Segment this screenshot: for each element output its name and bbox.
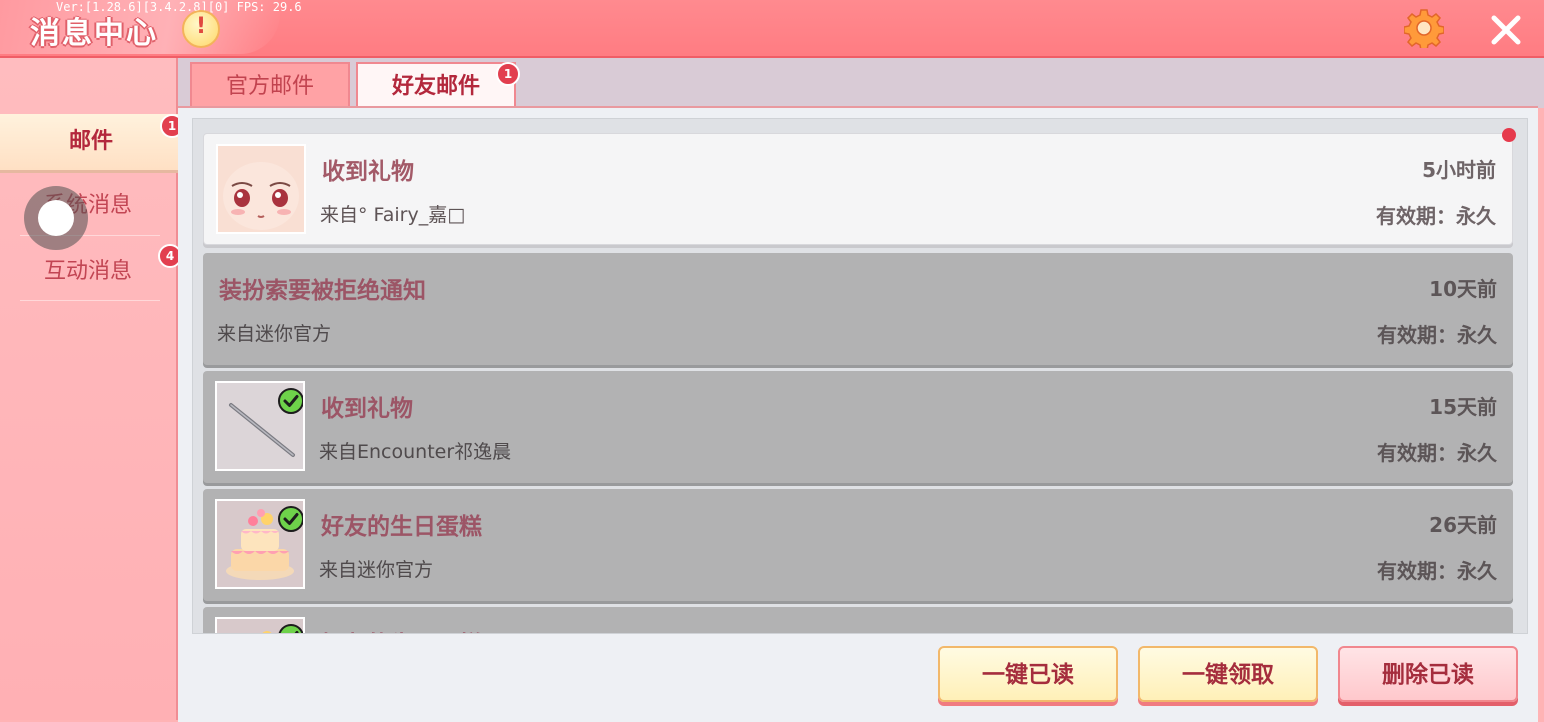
birthday-cake-icon (215, 617, 305, 633)
tab-label: 好友邮件 (391, 74, 480, 99)
mail-tab-bar: 官方邮件 好友邮件 1 (178, 58, 1544, 110)
mail-title: 收到礼物 (321, 396, 413, 422)
mail-title: 装扮索要被拒绝通知 (219, 278, 426, 304)
mail-item[interactable]: 好友的生日蛋糕 (203, 607, 1513, 633)
gear-icon[interactable] (1404, 8, 1444, 48)
mail-time: 15天前 (1429, 395, 1497, 419)
claim-all-button[interactable]: 一键领取 (1138, 646, 1318, 702)
touch-indicator-dot (38, 200, 74, 236)
mail-time: 5小时前 (1422, 158, 1496, 182)
mail-list[interactable]: 收到礼物 来自° Fairy_嘉□ 5小时前 有效期：永久 装扮索要被拒绝通知 … (192, 118, 1528, 634)
mail-sender: 来自° Fairy_嘉□ (320, 204, 466, 226)
birthday-cake-icon (215, 499, 305, 589)
wand-icon (215, 381, 305, 471)
mail-validity: 有效期：永久 (1377, 441, 1497, 465)
mail-panel: 收到礼物 来自° Fairy_嘉□ 5小时前 有效期：永久 装扮索要被拒绝通知 … (178, 106, 1538, 722)
claimed-check-icon (278, 506, 303, 532)
mail-item[interactable]: 收到礼物 来自Encounter祁逸晨 15天前 有效期：永久 (203, 371, 1513, 483)
sidebar-divider (20, 300, 160, 301)
sidebar-item-label: 互动消息 (43, 259, 132, 284)
mail-title: 好友的生日蛋糕 (321, 514, 482, 540)
warning-icon[interactable] (182, 10, 220, 48)
mail-sender: 来自迷你官方 (217, 323, 332, 345)
sidebar-item-label: 邮件 (68, 129, 113, 154)
mail-sender: 来自迷你官方 (319, 559, 434, 581)
mail-time: 26天前 (1429, 513, 1497, 537)
mail-item[interactable]: 装扮索要被拒绝通知 来自迷你官方 10天前 有效期：永久 (203, 253, 1513, 365)
mail-validity: 有效期：永久 (1376, 204, 1496, 228)
mail-title: 好友的生日蛋糕 (321, 625, 482, 633)
mail-sender: 来自Encounter祁逸晨 (319, 441, 512, 463)
mail-title: 收到礼物 (322, 159, 414, 185)
mail-item[interactable]: 收到礼物 来自° Fairy_嘉□ 5小时前 有效期：永久 (203, 128, 1516, 245)
mail-item[interactable]: 好友的生日蛋糕 来自迷你官方 26天前 有效期：永久 (203, 489, 1513, 601)
title-bar: 消息中心 Ver:[1.28.6][3.4.2.8][0] FPS: 29.6 (0, 0, 1544, 58)
unread-dot (1502, 128, 1516, 142)
tab-friend-mail[interactable]: 好友邮件 (356, 62, 516, 110)
mail-validity: 有效期：永久 (1377, 323, 1497, 347)
touch-indicator (24, 186, 88, 250)
mail-time: 10天前 (1429, 277, 1497, 301)
tab-label: 官方邮件 (225, 74, 314, 99)
page-title: 消息中心 (30, 16, 158, 51)
sidebar: 邮件 1 系统消息 互动消息 4 (0, 58, 184, 720)
sidebar-item-mail[interactable]: 邮件 (0, 114, 182, 170)
mail-validity: 有效期：永久 (1377, 559, 1497, 583)
delete-read-button[interactable]: 删除已读 (1338, 646, 1518, 702)
claimed-check-icon (278, 624, 303, 633)
tab-official-mail[interactable]: 官方邮件 (190, 62, 350, 108)
friend-mail-badge: 1 (496, 62, 520, 86)
version-fps-readout: Ver:[1.28.6][3.4.2.8][0] FPS: 29.6 (56, 0, 302, 14)
sidebar-item-interaction-messages[interactable]: 互动消息 (0, 244, 176, 300)
read-all-button[interactable]: 一键已读 (938, 646, 1118, 702)
close-icon[interactable] (1488, 12, 1524, 48)
claimed-check-icon (278, 388, 303, 414)
character-face-icon (216, 144, 306, 234)
